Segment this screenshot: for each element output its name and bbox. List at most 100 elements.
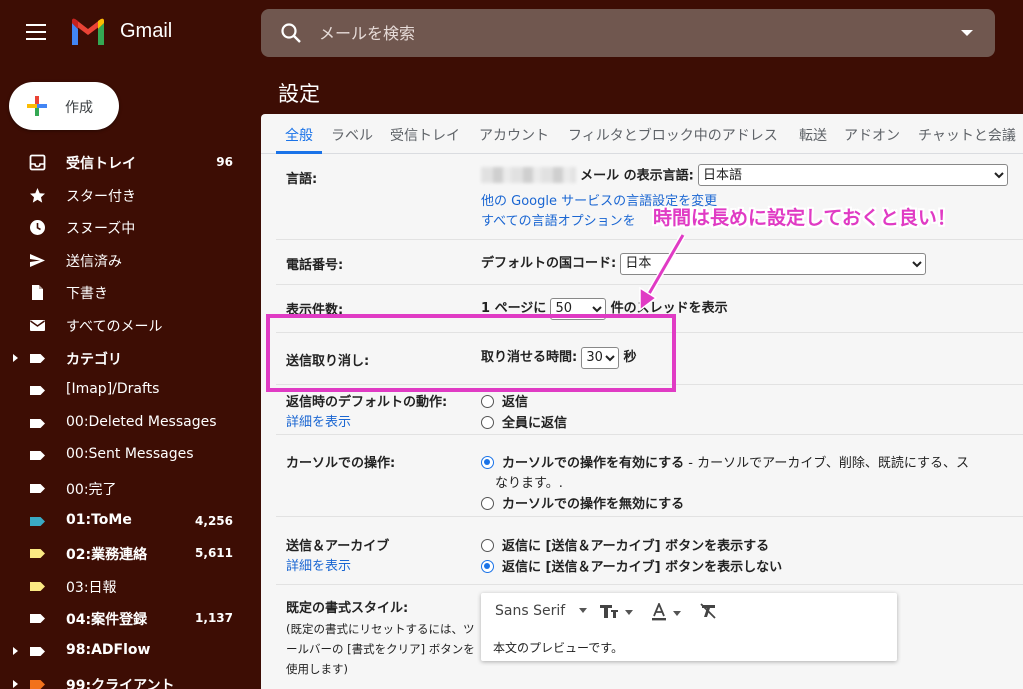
expand-caret-icon[interactable] (13, 646, 18, 655)
reply-option-reply-all[interactable]: 全員に返信 (481, 412, 567, 431)
cursor-disable-radio[interactable] (481, 497, 494, 510)
send-archive-show-label: 返信に [送信＆アーカイブ] ボタンを表示する (502, 539, 770, 554)
sidebar-item[interactable]: スヌーズ中 (0, 211, 261, 244)
sidebar-item-label: すべてのメール (66, 318, 163, 335)
sidebar-item[interactable]: カテゴリ (0, 342, 261, 375)
sidebar-item[interactable]: [Imap]/Drafts (0, 374, 261, 407)
send-archive-hide-radio[interactable] (481, 560, 494, 573)
blurred-account-name (481, 166, 576, 183)
search-input[interactable] (319, 19, 919, 47)
main-content: 設定 全般 ラベル 受信トレイ アカウント フィルタとブロック中のアドレス 転送… (261, 66, 1023, 689)
search-icon[interactable] (279, 21, 303, 45)
sidebar-item-label: 送信済み (66, 253, 122, 270)
sidebar-item[interactable]: 00:Deleted Messages (0, 407, 261, 440)
text-color-icon (652, 601, 666, 621)
cursor-description-cont: なります。. (495, 476, 563, 491)
expand-caret-icon[interactable] (13, 353, 18, 362)
label-icon (29, 415, 46, 432)
draft-icon (29, 284, 46, 301)
send-archive-show-option[interactable]: 返信に [送信＆アーカイブ] ボタンを表示する (481, 535, 769, 554)
sidebar-item[interactable]: スター付き (0, 179, 261, 212)
send-archive-details-link[interactable]: 詳細を表示 (286, 555, 351, 574)
display-language-select[interactable]: 日本語 (698, 164, 1009, 186)
page-size-select[interactable]: 50 (550, 297, 607, 320)
tab-forwarding[interactable]: 転送 (799, 125, 827, 145)
language-label: 言語: (286, 172, 318, 187)
sidebar-item[interactable]: 03:日報 (0, 570, 261, 603)
undo-period-label: 取り消せる時間: (481, 350, 578, 365)
tab-general[interactable]: 全般 (285, 125, 313, 145)
preview-text: 本文のプレビューです。 (493, 641, 624, 655)
cursor-disable-label: カーソルでの操作を無効にする (502, 497, 685, 512)
label-icon (29, 513, 46, 530)
clear-formatting-button[interactable] (699, 603, 717, 621)
sidebar-item[interactable]: 受信トレイ 96 (0, 146, 261, 179)
tab-addons[interactable]: アドオン (844, 125, 900, 145)
label-icon (29, 480, 46, 497)
sidebar-item-label: 受信トレイ (66, 156, 136, 172)
sidebar-item[interactable]: 送信済み (0, 244, 261, 277)
reply-radio[interactable] (481, 395, 494, 408)
label-icon (29, 447, 46, 464)
cursor-option-disable[interactable]: カーソルでの操作を無効にする (481, 493, 684, 512)
font-family-value: Sans Serif (495, 603, 566, 619)
sidebar-item[interactable]: すべてのメール (0, 309, 261, 342)
text-style-note: (既定の書式にリセットするには、ツールバーの [書式をクリア] ボタンを使用しま… (286, 622, 475, 676)
tab-accounts[interactable]: アカウント (479, 125, 549, 145)
reply-option-label: 返信 (502, 395, 529, 410)
send-archive-hide-label: 返信に [送信＆アーカイブ] ボタンを表示しない (502, 560, 783, 575)
sidebar-item[interactable]: 04:案件登録 1,137 (0, 602, 261, 635)
tab-labels[interactable]: ラベル (331, 125, 373, 145)
sidebar-item[interactable]: 01:ToMe 4,256 (0, 505, 261, 538)
search-options-icon[interactable] (961, 30, 973, 36)
sidebar-item[interactable]: 00:完了 (0, 472, 261, 505)
label-icon (29, 676, 46, 689)
reply-all-radio[interactable] (481, 416, 494, 429)
sidebar-item-count: 96 (216, 155, 233, 169)
country-code-select[interactable]: 日本 (620, 252, 927, 275)
tab-inbox[interactable]: 受信トレイ (390, 125, 460, 145)
tab-filters[interactable]: フィルタとブロック中のアドレス (568, 125, 778, 145)
star-icon (29, 187, 46, 204)
page-size-prefix: 1 ページに (481, 301, 547, 316)
language-setting: メール の表示言語: 日本語 (481, 164, 1009, 186)
other-google-language-link[interactable]: 他の Google サービスの言語設定を変更 (481, 190, 717, 209)
phone-row: 電話番号: デフォルトの国コード: 日本 (276, 240, 1023, 285)
undo-period-unit: 秒 (623, 350, 637, 365)
label-icon (29, 545, 46, 562)
tab-chat-meet[interactable]: チャットと会議 (918, 125, 1016, 145)
sidebar-item[interactable]: 99:クライアント (0, 668, 261, 689)
font-size-button[interactable] (599, 603, 633, 621)
clear-formatting-icon (700, 603, 716, 619)
phone-setting: デフォルトの国コード: 日本 (481, 252, 927, 275)
cursor-option-enable[interactable]: カーソルでの操作を有効にする - カーソルでアーカイブ、削除、既読にする、ス (481, 452, 969, 471)
plus-icon (27, 96, 47, 116)
label-icon (29, 578, 46, 595)
sidebar-item[interactable]: 02:業務連絡 5,611 (0, 537, 261, 570)
send-archive-hide-option[interactable]: 返信に [送信＆アーカイブ] ボタンを表示しない (481, 556, 782, 575)
sidebar-item[interactable]: 下書き (0, 276, 261, 309)
search-bar[interactable] (261, 9, 995, 57)
expand-caret-icon[interactable] (13, 679, 18, 688)
send-archive-show-radio[interactable] (481, 539, 494, 552)
all-language-options-link[interactable]: すべての言語オプションを (481, 210, 636, 229)
label-icon (29, 382, 46, 399)
label-icon (29, 643, 46, 660)
sidebar-item[interactable]: 00:Sent Messages (0, 439, 261, 472)
compose-button[interactable]: 作成 (9, 82, 119, 130)
reply-option-reply[interactable]: 返信 (481, 391, 528, 410)
cursor-enable-radio[interactable] (481, 456, 494, 469)
mail-icon (29, 317, 46, 334)
undo-period-select[interactable]: 30 (581, 346, 620, 369)
text-color-button[interactable] (651, 601, 681, 622)
font-family-select[interactable]: Sans Serif (495, 603, 588, 619)
gmail-logo-icon[interactable] (70, 17, 106, 47)
main-menu-icon[interactable] (26, 24, 46, 40)
sidebar-item-label: 00:Deleted Messages (66, 413, 217, 430)
sidebar-item-label: 00:完了 (66, 481, 117, 498)
page-size-setting: 1 ページに 50 件のスレッドを表示 (481, 297, 728, 320)
sidebar-item[interactable]: 98:ADFlow (0, 635, 261, 668)
cursor-row: カーソルでの操作: カーソルでの操作を有効にする - カーソルでアーカイブ、削除… (276, 435, 1023, 517)
reply-default-row: 返信時のデフォルトの動作: 詳細を表示 返信 全員に返信 (276, 385, 1023, 435)
reply-details-link[interactable]: 詳細を表示 (286, 411, 351, 430)
